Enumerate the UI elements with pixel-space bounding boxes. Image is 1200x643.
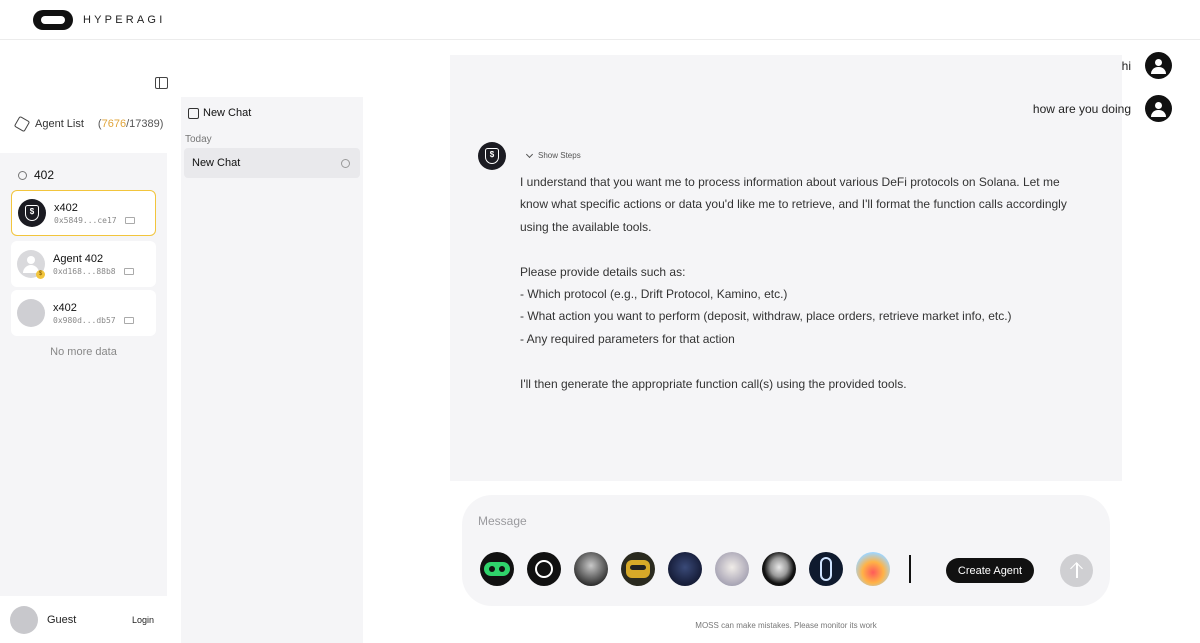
reply-line: - Which protocol (e.g., Drift Protocol, … — [520, 287, 788, 302]
reply-line — [520, 238, 1080, 260]
agent-reply: I understand that you want me to process… — [520, 171, 1080, 395]
reply-line: Please provide details such as: — [520, 264, 686, 279]
coin-icon: $ — [36, 270, 45, 279]
agent-name: Agent 402 — [53, 252, 104, 265]
new-chat-label: New Chat — [203, 107, 252, 119]
brand-name: HYPERAGI — [83, 14, 166, 26]
top-bar: HYPERAGI — [0, 0, 1200, 40]
brand-logo[interactable]: HYPERAGI — [33, 10, 165, 30]
agent-shortcut-strip — [480, 552, 941, 586]
reply-line: - Any required parameters for that actio… — [520, 331, 735, 346]
history-group-label: Today — [185, 134, 212, 145]
agent-portrait-icon[interactable] — [809, 552, 843, 586]
agent-list-header: Agent List (7676/17389) — [13, 115, 164, 133]
green-robot-icon[interactable] — [480, 552, 514, 586]
delete-chat-icon[interactable] — [341, 158, 350, 168]
agent-count: (7676/17389) — [97, 118, 164, 130]
message-composer: Message Create Agent — [462, 495, 1110, 606]
message-text: how are you doing — [1032, 101, 1131, 116]
dark-portrait-icon[interactable] — [574, 552, 608, 586]
yellow-robot-icon[interactable] — [621, 552, 655, 586]
login-button[interactable]: Login — [132, 615, 154, 625]
divider — [909, 555, 911, 583]
reply-line: - What action you want to perform (depos… — [520, 309, 1012, 324]
copy-icon[interactable] — [123, 267, 134, 275]
avatar-placeholder — [17, 299, 45, 327]
sidebar-toggle-icon[interactable] — [155, 77, 168, 89]
create-agent-button[interactable]: Create Agent — [946, 558, 1034, 583]
agent-card[interactable]: $ x402 0x5849...ce17 — [11, 190, 156, 236]
chevron-down-icon — [525, 150, 534, 158]
user-message: how are you doing — [1033, 95, 1172, 122]
search-icon — [18, 170, 27, 180]
cube-icon — [13, 115, 31, 133]
disclaimer: MOSS can make mistakes. Please monitor i… — [695, 621, 877, 630]
agent-list-label: Agent List — [35, 118, 84, 130]
sunset-portrait-icon[interactable] — [856, 552, 890, 586]
edit-icon — [188, 107, 199, 119]
send-button[interactable] — [1060, 554, 1093, 587]
account-name: Guest — [47, 613, 77, 626]
agent-card[interactable]: $ Agent 402 0xd168...88b8 — [11, 241, 156, 287]
avatar — [10, 605, 38, 634]
search-input[interactable]: 402 — [34, 168, 54, 182]
silver-head-icon[interactable] — [762, 552, 796, 586]
logo-icon — [33, 10, 73, 30]
chat-history-panel: New Chat Today New Chat — [181, 97, 363, 643]
show-steps-toggle[interactable]: Show Steps — [525, 150, 581, 160]
user-avatar-icon — [1145, 52, 1172, 79]
agent-count-owned: 7676 — [101, 118, 127, 130]
copy-icon[interactable] — [123, 316, 134, 324]
copy-icon[interactable] — [124, 216, 135, 224]
agent-search[interactable]: 402 — [18, 168, 54, 182]
agent-name: x402 — [54, 201, 78, 214]
user-message: hi — [1122, 52, 1172, 79]
cat-portrait-icon[interactable] — [668, 552, 702, 586]
agent-card[interactable]: x402 0x980d...db57 — [11, 290, 156, 336]
agent-address: 0x980d...db57 — [53, 316, 134, 325]
reply-line: I'll then generate the appropriate funct… — [520, 376, 907, 391]
agent-address: 0xd168...88b8 — [53, 267, 134, 276]
agent-name: x402 — [53, 301, 77, 314]
agent-avatar-icon: $ — [478, 142, 506, 170]
no-more-data: No more data — [50, 346, 117, 358]
white-hair-portrait-icon[interactable] — [715, 552, 749, 586]
new-chat-button[interactable]: New Chat — [188, 107, 251, 119]
shield-icon: $ — [18, 199, 46, 227]
account-bar: Guest Login — [0, 596, 167, 643]
chat-history-item[interactable]: New Chat — [184, 148, 360, 178]
chat-title: New Chat — [192, 157, 241, 169]
user-icon: $ — [17, 250, 45, 279]
reply-line — [520, 350, 1080, 372]
message-input[interactable]: Message — [478, 514, 527, 528]
agent-address: 0x5849...ce17 — [54, 216, 135, 225]
reply-line: I understand that you want me to process… — [520, 175, 1067, 234]
show-steps-label: Show Steps — [538, 151, 581, 160]
message-text: hi — [1121, 58, 1131, 73]
hyper-logo-icon[interactable] — [527, 552, 561, 586]
user-avatar-icon — [1145, 95, 1172, 122]
